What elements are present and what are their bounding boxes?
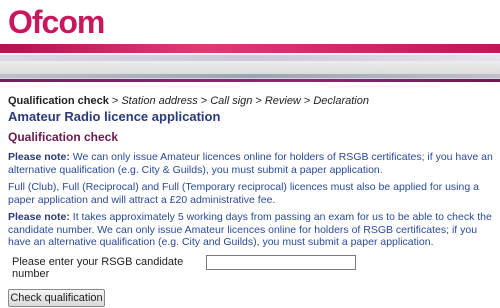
- candidate-number-label: Please enter your RSGB candidate number: [12, 256, 184, 280]
- note-text: It takes approximately 5 working days fr…: [8, 211, 492, 249]
- note-text: We can only issue Amateur licences onlin…: [8, 151, 493, 176]
- header-stripe-purple: [0, 79, 500, 82]
- note-online-licences: Please note: We can only issue Amateur l…: [8, 151, 496, 176]
- site-header: Ofcom: [0, 0, 500, 92]
- breadcrumb-separator: >: [200, 95, 208, 107]
- breadcrumb-separator: >: [303, 95, 311, 107]
- header-stripe-light: [0, 55, 500, 61]
- note-lead: Please note:: [8, 151, 70, 163]
- ofcom-logo[interactable]: Ofcom: [8, 4, 105, 40]
- breadcrumb-separator: >: [111, 95, 119, 107]
- header-stripe-grey: [0, 74, 500, 78]
- note-text: Full (Club), Full (Reciprocal) and Full …: [8, 181, 479, 206]
- breadcrumb-step-review: Review: [264, 95, 301, 107]
- breadcrumb-step-call-sign: Call sign: [210, 95, 253, 107]
- section-title: Qualification check: [8, 130, 119, 144]
- breadcrumb-step-declaration: Declaration: [313, 95, 369, 107]
- note-processing-time: Please note: It takes approximately 5 wo…: [8, 211, 496, 249]
- breadcrumb-step-station-address: Station address: [121, 95, 198, 107]
- check-qualification-button[interactable]: Check qualification: [8, 289, 105, 307]
- candidate-number-input[interactable]: [206, 255, 356, 270]
- note-full-licences: Full (Club), Full (Reciprocal) and Full …: [8, 181, 496, 206]
- breadcrumb-separator: >: [255, 95, 262, 107]
- header-stripe-magenta: [0, 44, 500, 53]
- breadcrumb: Qualification check > Station address > Call…: [8, 95, 369, 107]
- note-lead: Please note:: [8, 211, 70, 223]
- breadcrumb-current: Qualification check: [8, 95, 109, 107]
- page-title: Amateur Radio licence application: [8, 109, 221, 124]
